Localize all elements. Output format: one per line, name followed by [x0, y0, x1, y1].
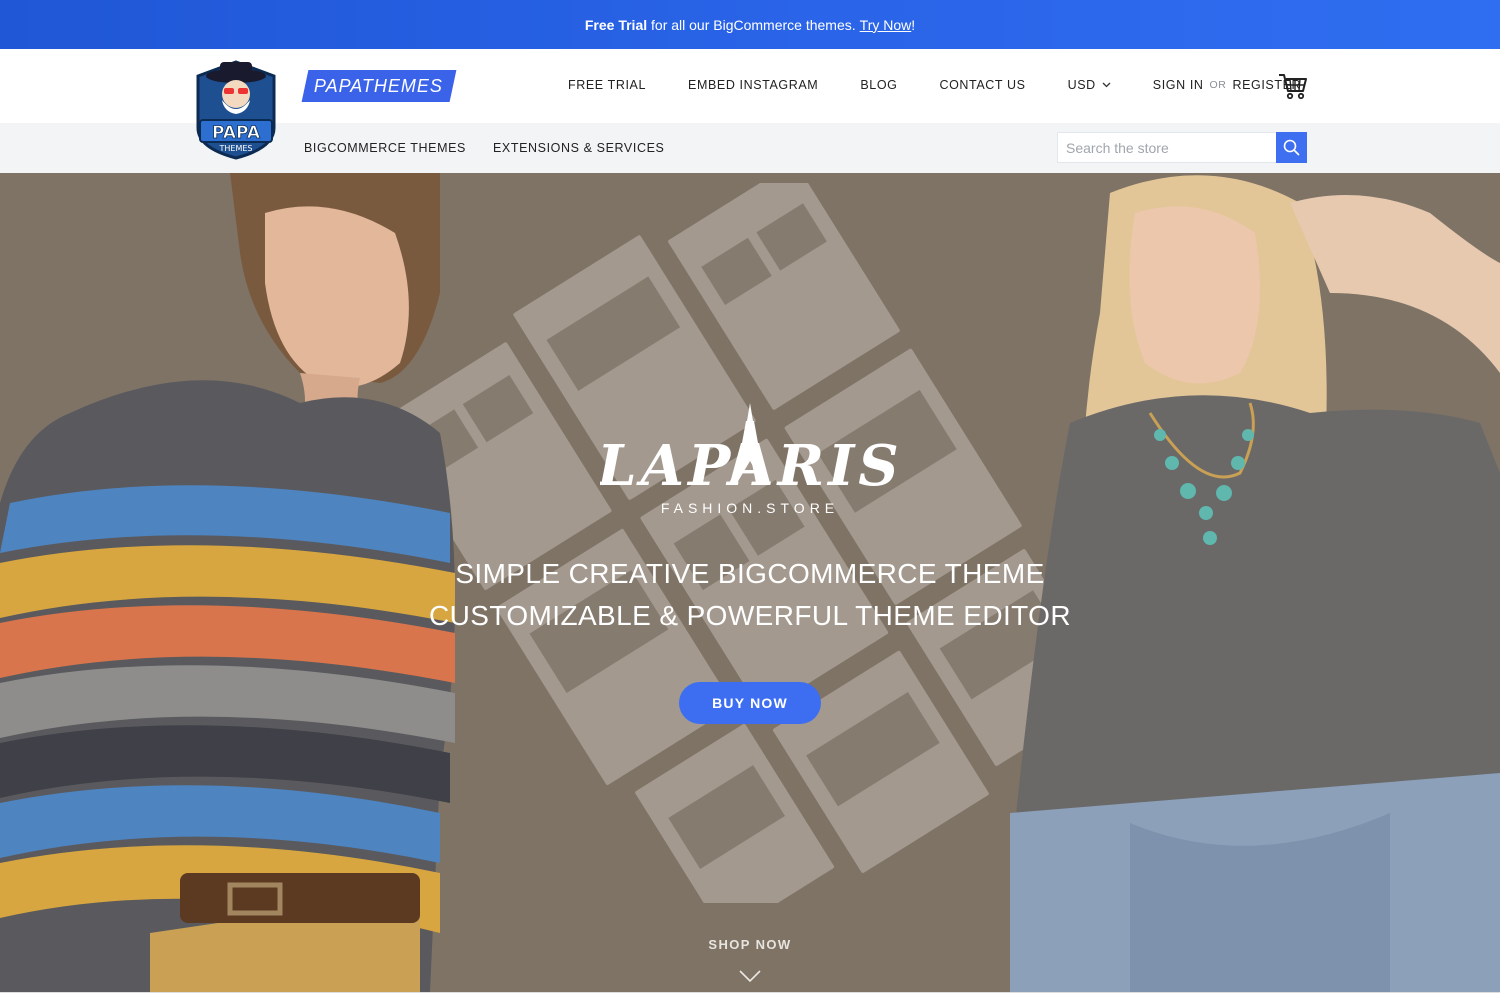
cart-icon[interactable]: [1277, 70, 1309, 102]
laparis-logo: LAPARIS: [600, 403, 899, 493]
promo-bold: Free Trial: [584, 16, 648, 33]
promo-text: for all our BigCommerce themes.: [647, 16, 856, 33]
shop-now-link[interactable]: SHOP NOW: [0, 937, 1500, 952]
currency-selector[interactable]: USD: [1068, 78, 1111, 92]
nav-extensions-services[interactable]: EXTENSIONS & SERVICES: [493, 141, 664, 155]
hero-headline-2: CUSTOMIZABLE & POWERFUL THEME EDITOR: [429, 600, 1071, 631]
nav-free-trial[interactable]: FREE TRIAL: [568, 78, 646, 92]
currency-label: USD: [1067, 78, 1096, 92]
try-now-link[interactable]: Try Now: [860, 17, 912, 33]
chevron-down-icon[interactable]: [739, 969, 761, 983]
logo-text: PAPA: [212, 123, 261, 143]
nav-embed-instagram[interactable]: EMBED INSTAGRAM: [688, 78, 818, 92]
promo-suffix: !: [911, 16, 916, 33]
nav-bigcommerce-themes[interactable]: BIGCOMMERCE THEMES: [304, 141, 466, 155]
search-icon: [1283, 139, 1300, 156]
promo-bar: Free Trial for all our BigCommerce theme…: [0, 0, 1500, 49]
sign-in-link[interactable]: SIGN IN: [1153, 78, 1204, 92]
hero-headline-1: SIMPLE CREATIVE BIGCOMMERCE THEME: [455, 558, 1045, 589]
chevron-down-icon: [1102, 82, 1111, 88]
search-form: [1057, 132, 1307, 163]
search-input[interactable]: [1057, 132, 1276, 163]
hero-banner: LAPARIS FASHION.STORE SIMPLE CREATIVE BI…: [0, 173, 1500, 992]
or-separator: OR: [1209, 79, 1227, 91]
main-nav: FREE TRIAL EMBED INSTAGRAM BLOG CONTACT …: [568, 78, 1301, 92]
hero-logo-subtitle: FASHION.STORE: [660, 500, 840, 516]
brand-badge[interactable]: PAPATHEMES: [301, 70, 457, 102]
nav-contact-us[interactable]: CONTACT US: [939, 78, 1025, 92]
search-button[interactable]: [1276, 132, 1307, 163]
nav-blog[interactable]: BLOG: [860, 78, 897, 92]
papa-logo-icon[interactable]: PAPA THEMES: [190, 58, 282, 160]
logo-sub: THEMES: [219, 144, 253, 153]
page-divider: [0, 992, 1500, 1000]
brand-name: PAPATHEMES: [314, 75, 444, 96]
buy-now-button[interactable]: BUY NOW: [679, 682, 821, 724]
